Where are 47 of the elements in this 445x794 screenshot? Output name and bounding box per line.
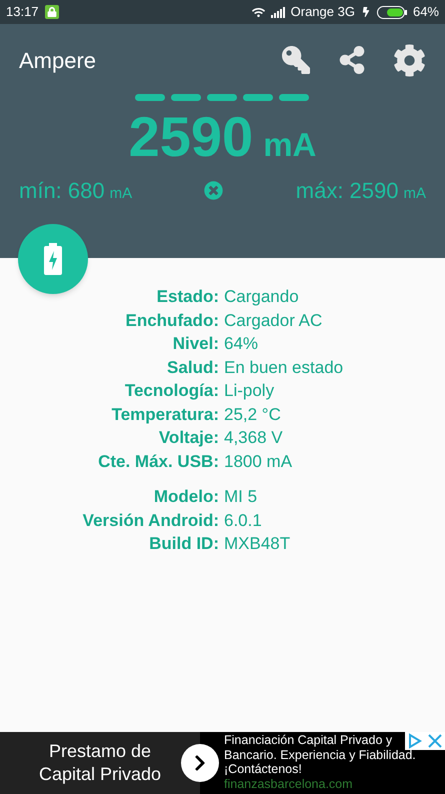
info-value: 6.0.1 xyxy=(224,510,262,532)
info-value: Cargador AC xyxy=(224,310,322,332)
min-unit: mA xyxy=(110,184,132,204)
info-label: Estado: xyxy=(156,286,219,308)
info-value: Li-poly xyxy=(224,380,274,402)
max-reading: máx: 2590 xyxy=(296,177,398,205)
battery-icon xyxy=(376,6,407,18)
info-value: 4,368 V xyxy=(224,427,283,449)
info-label: Salud: xyxy=(166,356,219,378)
max-unit: mA xyxy=(404,184,426,204)
battery-fab[interactable] xyxy=(18,224,88,294)
info-value: 1800 mA xyxy=(224,450,292,472)
wifi-icon xyxy=(252,6,265,18)
info-value: 25,2 °C xyxy=(224,404,281,426)
info-label: Voltaje: xyxy=(158,427,219,449)
battery-percent: 64% xyxy=(412,3,439,22)
carrier-name: Orange 3G xyxy=(290,3,355,22)
info-label: Versión Android: xyxy=(82,510,219,532)
info-label: Enchufado: xyxy=(124,310,219,332)
ad-url: finanzasbarcelona.com xyxy=(224,776,353,791)
info-label: Temperatura: xyxy=(110,404,219,426)
clock-time: 13:17 xyxy=(6,3,39,22)
ad-text: Financiación Capital Privado y xyxy=(224,733,392,748)
current-unit: mA xyxy=(263,125,316,165)
info-label: Tecnología: xyxy=(124,380,219,402)
info-value: MXB48T xyxy=(224,533,290,555)
info-label: Build ID: xyxy=(148,533,219,555)
info-label: Modelo: xyxy=(152,486,219,508)
info-value: En buen estado xyxy=(224,356,344,378)
app-title: Ampere xyxy=(19,46,98,75)
info-value: Cargando xyxy=(224,286,299,308)
ad-banner[interactable]: Prestamo de Capital Privado Financiación Capital Privado y Bancario. Experiencia y Fiabilidad. ¡Contáctenos! finanzasbarcelona.com xyxy=(0,732,445,794)
current-value: 2590 xyxy=(128,104,254,170)
info-label: Cte. Máx. USB: xyxy=(97,450,219,472)
ad-headline: Prestamo de Capital Privado xyxy=(38,740,162,786)
reset-button[interactable] xyxy=(204,181,224,200)
ad-text: Bancario. Experiencia y Fiabilidad. xyxy=(224,748,416,762)
info-value: MI 5 xyxy=(224,486,258,508)
min-reading: mín: 680 xyxy=(19,177,105,205)
info-value: 64% xyxy=(224,333,258,355)
ad-text: ¡Contáctenos! xyxy=(224,762,302,776)
charging-icon xyxy=(360,7,371,17)
battery-charging-icon xyxy=(44,243,62,275)
ad-arrow-button[interactable] xyxy=(181,744,219,782)
lock-icon xyxy=(44,5,59,19)
signal-icon xyxy=(270,6,285,18)
info-label: Nivel: xyxy=(172,333,219,355)
